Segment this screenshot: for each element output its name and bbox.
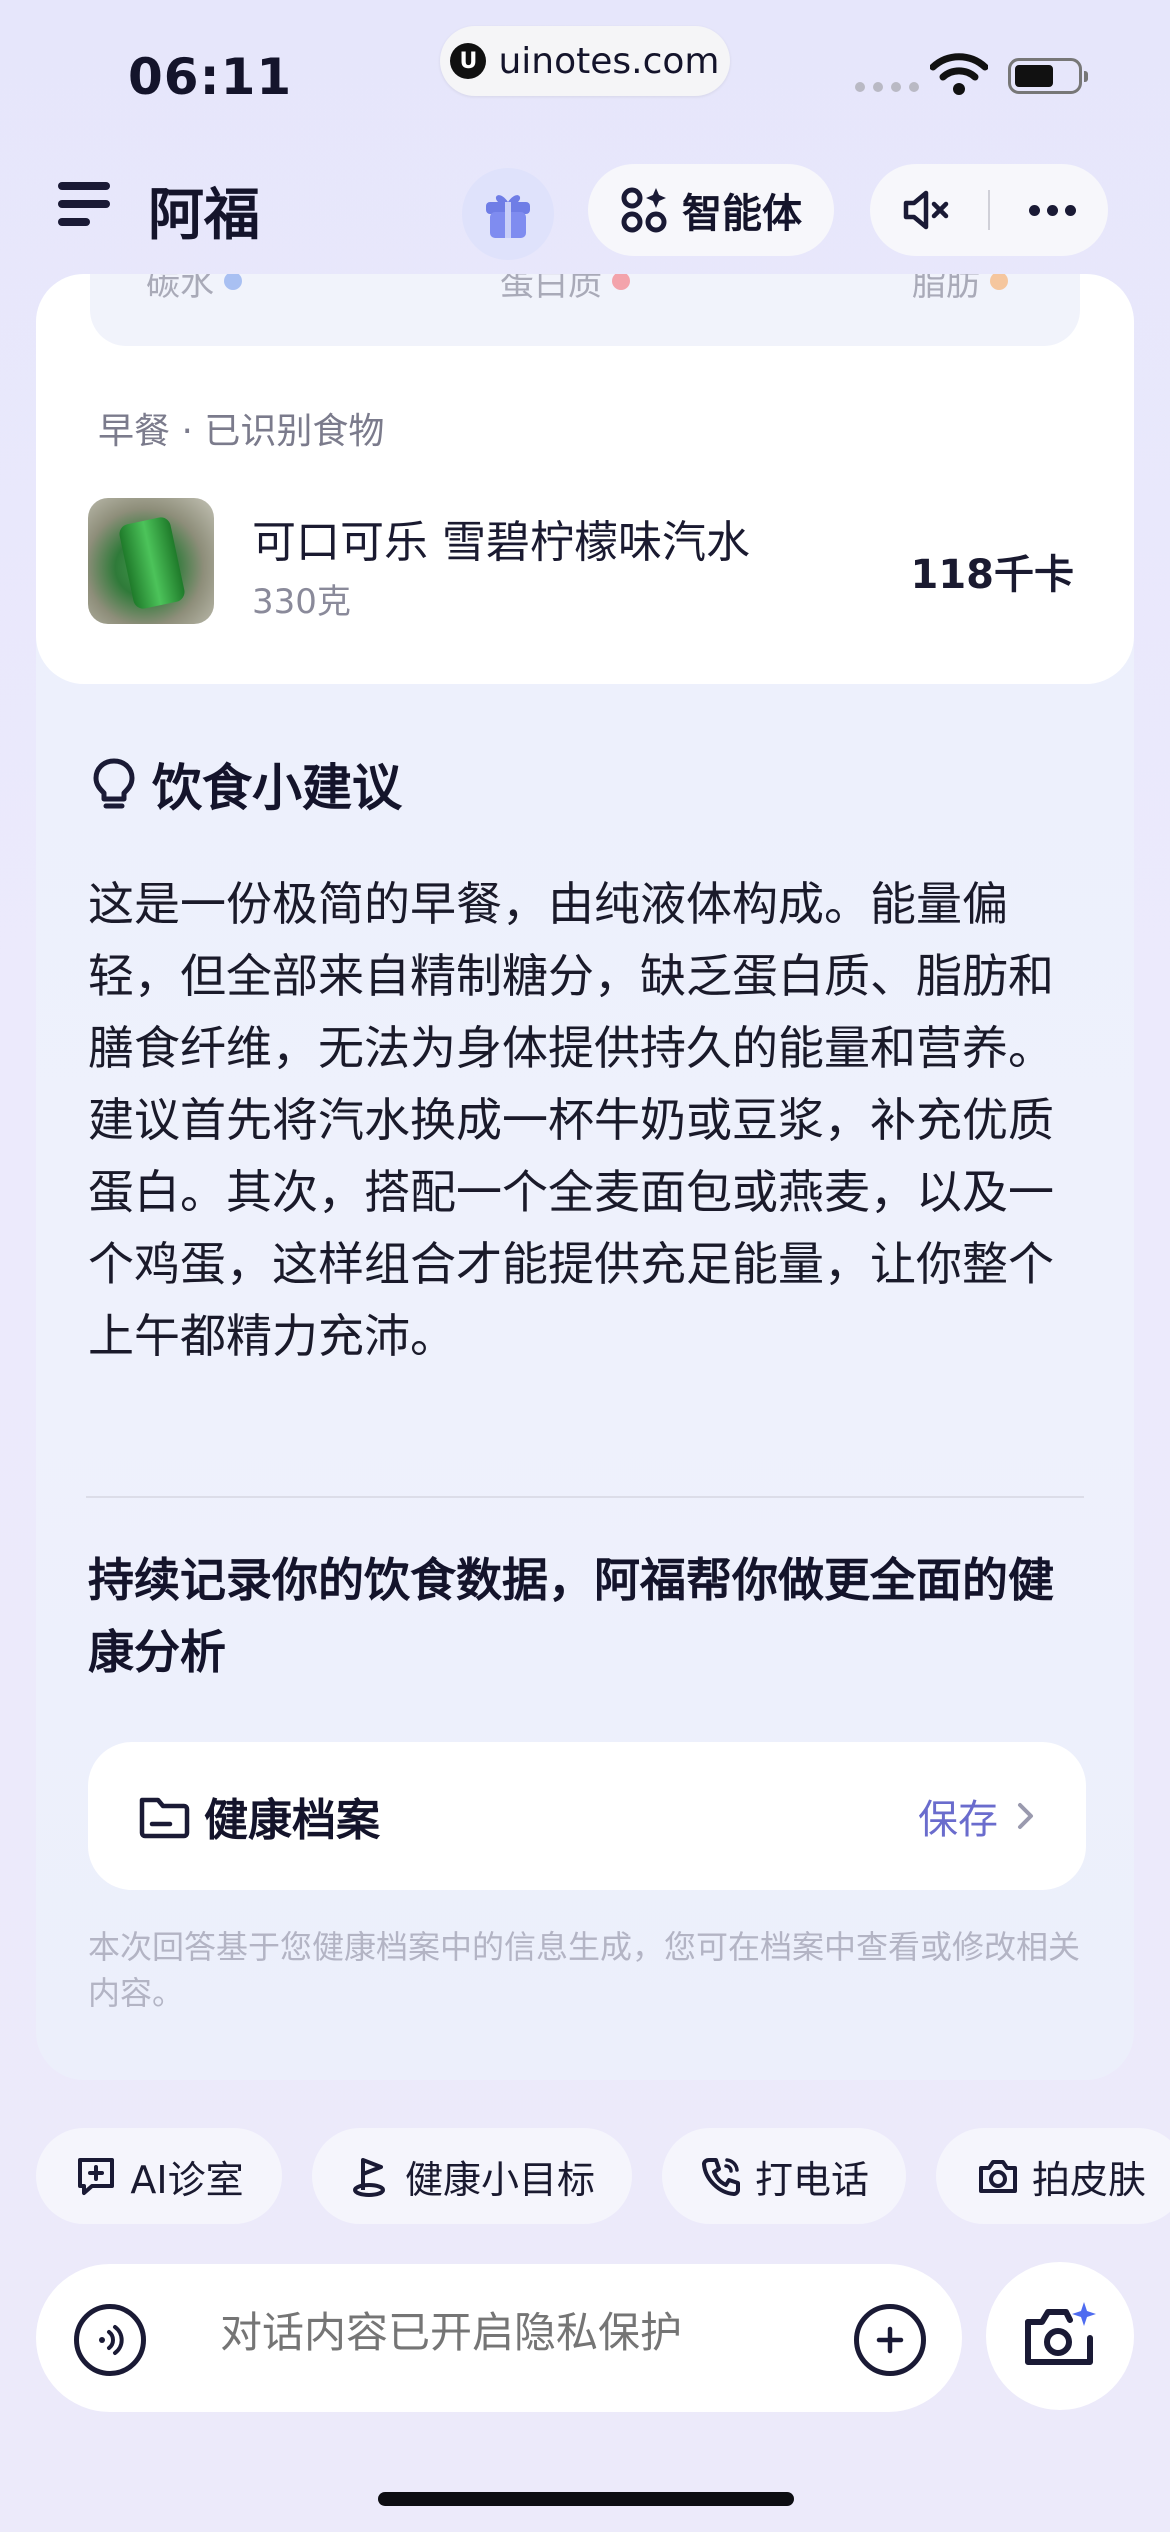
battery-icon [1008,58,1088,94]
food-name: 可口可乐 雪碧柠檬味汽水 [252,517,750,568]
menu-icon[interactable] [58,180,114,228]
more-button[interactable] [996,164,1108,256]
chat-plus-icon [78,2158,115,2195]
voice-input-button[interactable] [74,2304,146,2376]
advice-paragraph: 这是一份极简的早餐，由纯液体构成。能量偏轻，但全部来自精制糖分，缺乏蛋白质、脂肪… [88,877,1054,1075]
speaker-mute-icon [903,190,949,230]
chip-ai-clinic[interactable]: AI诊室 [36,2128,282,2224]
camera-icon [978,2160,1017,2193]
advice-body: 这是一份极简的早餐，由纯液体构成。能量偏轻，但全部来自精制糖分，缺乏蛋白质、脂肪… [88,868,1088,1372]
agent-label: 智能体 [682,191,802,237]
wifi-icon [930,53,988,95]
meal-summary-section: 碳水 蛋白质 脂肪 早餐 · 已识别食物 可口可乐 雪碧柠檬味汽水 330克 1… [36,274,1134,684]
agent-button[interactable]: 智能体 [588,164,834,256]
app-title: 阿福 [148,183,260,248]
divider [86,1496,1084,1498]
nutrient-legend: 碳水 蛋白质 脂肪 [90,274,1080,346]
nutrient-carb: 碳水 [146,274,242,305]
sparkle-camera-icon [1025,2302,1096,2365]
plus-icon [876,2326,904,2354]
food-calories: 118千卡 [910,552,1075,598]
chevron-right-icon [1018,1803,1033,1829]
food-weight: 330克 [252,582,351,622]
add-attachment-button[interactable] [854,2304,926,2376]
url-text: uinotes.com [498,40,720,82]
disclaimer-text: 本次回答基于您健康档案中的信息生成，您可在档案中查看或修改相关内容。 [88,1928,1081,2012]
nutrient-fat: 脂肪 [912,274,1008,305]
chip-health-goal[interactable]: 健康小目标 [312,2128,632,2224]
chip-phone-call[interactable]: 打电话 [662,2128,906,2224]
meal-label: 早餐 · 已识别食物 [98,411,385,452]
protein-dot-icon [612,274,630,290]
phone-icon [701,2158,740,2196]
food-photo[interactable] [88,498,214,624]
mute-button[interactable] [870,164,982,256]
voice-wave-icon [99,2325,124,2355]
gift-icon [486,195,530,238]
agent-grid-icon [621,187,667,233]
advice-paragraph: 建议首先将汽水换成一杯牛奶或豆浆，补充优质蛋白。其次，搭配一个全麦面包或燕麦，以… [88,1093,1054,1363]
chat-input-bar [36,2264,962,2412]
url-badge: U uinotes.com [440,26,730,96]
status-time: 06:11 [128,48,293,106]
health-record-label: 健康档案 [204,1795,380,1846]
fat-dot-icon [990,274,1008,290]
gift-button[interactable] [462,168,554,260]
ai-camera-button[interactable] [986,2262,1134,2410]
home-indicator [378,2492,794,2506]
record-cta-text: 持续记录你的饮食数据，阿福帮你做更全面的健康分析 [88,1553,1054,1679]
signal-icon [855,82,919,92]
health-record-row[interactable]: 健康档案 保存 [88,1742,1086,1890]
advice-header: 饮食小建议 [92,748,402,820]
chat-input-field[interactable] [220,2308,820,2357]
mini-program-capsule [870,164,1108,256]
nutrient-protein: 蛋白质 [500,274,630,305]
site-logo-icon: U [450,43,487,79]
chip-skin-photo[interactable]: 拍皮肤 [936,2128,1170,2224]
carb-dot-icon [224,274,242,290]
diet-result-card: 碳水 蛋白质 脂肪 早餐 · 已识别食物 可口可乐 雪碧柠檬味汽水 330克 1… [36,274,1134,2080]
save-link[interactable]: 保存 [918,1787,998,1845]
folder-icon [139,1797,190,1839]
more-dots-icon [1028,204,1076,216]
lightbulb-icon [93,758,135,809]
flag-icon [352,2158,385,2197]
advice-title: 饮食小建议 [152,759,402,817]
